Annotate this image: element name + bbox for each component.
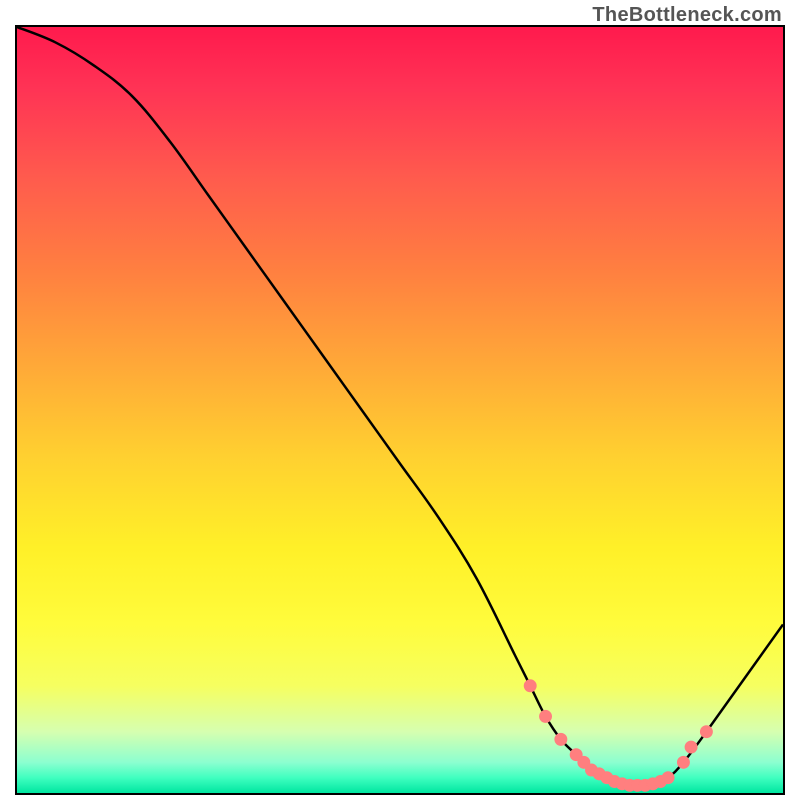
data-marker — [700, 726, 712, 738]
data-marker — [662, 772, 674, 784]
plot-area — [15, 25, 785, 795]
data-marker — [555, 733, 567, 745]
data-marker — [540, 710, 552, 722]
curve-layer — [17, 27, 783, 793]
data-marker — [677, 756, 689, 768]
bottleneck-curve — [17, 27, 783, 786]
data-markers — [524, 680, 712, 792]
data-marker — [685, 741, 697, 753]
watermark-text: TheBottleneck.com — [592, 4, 782, 27]
data-marker — [524, 680, 536, 692]
chart-container: TheBottleneck.com — [0, 0, 800, 800]
